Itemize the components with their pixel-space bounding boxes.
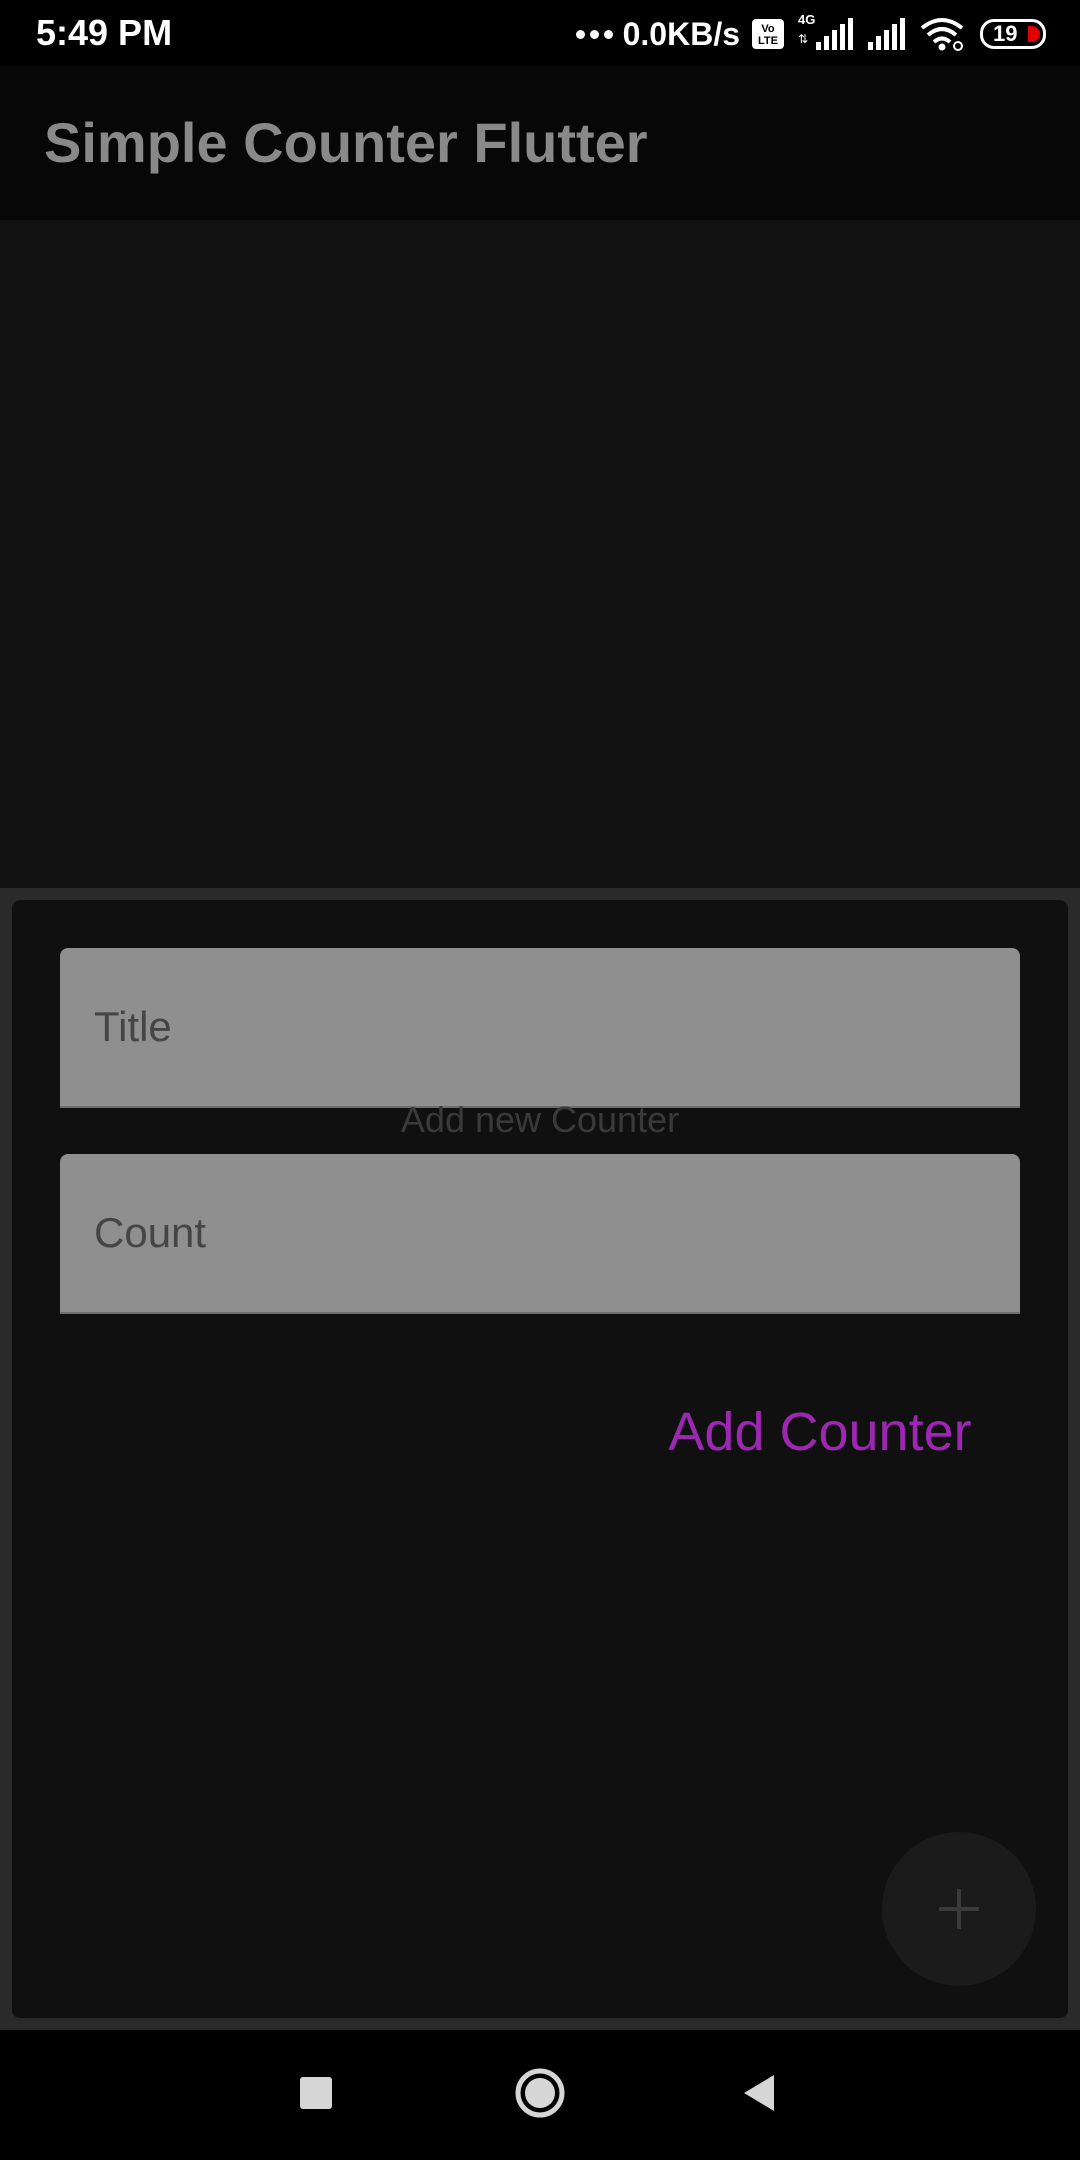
title-field[interactable] bbox=[60, 948, 1020, 1108]
back-button[interactable] bbox=[715, 2048, 805, 2138]
battery-level: 19 bbox=[993, 21, 1018, 46]
battery-icon: 19 bbox=[980, 19, 1046, 49]
status-bar: 5:49 PM 0.0KB/s Vo LTE 4G ⇅ 19 bbox=[0, 0, 1080, 66]
triangle-back-icon bbox=[744, 2075, 774, 2111]
counter-list-area[interactable] bbox=[0, 220, 1080, 888]
count-field[interactable] bbox=[60, 1154, 1020, 1314]
volte-icon: Vo LTE bbox=[752, 19, 784, 49]
circle-icon bbox=[515, 2068, 565, 2118]
wifi-icon bbox=[920, 18, 964, 51]
status-time: 5:49 PM bbox=[36, 12, 173, 53]
volte-line1: Vo bbox=[761, 23, 775, 35]
more-notifications-icon bbox=[575, 29, 613, 39]
battery-low-indicator bbox=[1028, 26, 1040, 42]
app-title: Simple Counter Flutter bbox=[44, 111, 648, 174]
volte-line2: LTE bbox=[758, 35, 778, 47]
status-icons: 0.0KB/s Vo LTE 4G ⇅ 19 bbox=[575, 12, 1046, 54]
square-icon bbox=[300, 2077, 332, 2109]
home-button[interactable] bbox=[495, 2048, 585, 2138]
app-bar: Simple Counter Flutter bbox=[0, 66, 1080, 220]
sheet-heading: Add new Counter bbox=[400, 1099, 680, 1140]
signal-4g-icon: 4G ⇅ bbox=[798, 12, 858, 52]
count-input[interactable] bbox=[60, 1154, 1020, 1312]
add-counter-button[interactable]: Add Counter bbox=[640, 1392, 1000, 1472]
screen: 5:49 PM 0.0KB/s Vo LTE 4G ⇅ 19 Simple Co… bbox=[0, 0, 1080, 2160]
navigation-bar bbox=[0, 2030, 1080, 2160]
recents-button[interactable] bbox=[271, 2048, 361, 2138]
network-speed: 0.0KB/s bbox=[622, 16, 740, 52]
plus-icon bbox=[939, 1889, 979, 1929]
signal-icon bbox=[868, 18, 905, 50]
title-input[interactable] bbox=[60, 948, 1020, 1106]
add-fab[interactable] bbox=[882, 1832, 1036, 1986]
